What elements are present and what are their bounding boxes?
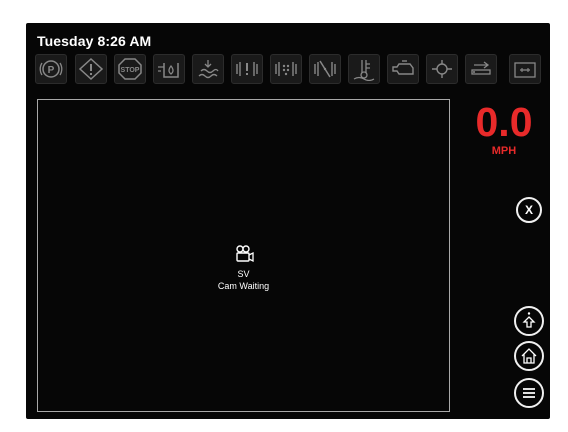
parking-brake-icon: P <box>35 54 67 84</box>
indicator-bar: P STOP <box>35 54 545 86</box>
camera-view[interactable]: SV Cam Waiting <box>37 99 450 412</box>
date-time-display: Tuesday 8:26 AM <box>37 33 152 49</box>
engine-oil-icon <box>426 54 458 84</box>
battery-icon <box>509 54 541 84</box>
arrow-up-icon <box>522 312 536 328</box>
fuel-water-icon <box>153 54 185 84</box>
speed-unit: MPH <box>491 145 517 157</box>
coolant-temp-icon <box>348 54 380 84</box>
navigation-up-button[interactable] <box>514 306 544 336</box>
close-button[interactable]: X <box>516 197 542 223</box>
camera-status-label: Cam Waiting <box>217 281 270 291</box>
stop-icon: STOP <box>114 54 146 84</box>
display-screen: Tuesday 8:26 AM P STOP SV Cam Waiting 0.… <box>26 23 550 419</box>
dpf-inhibit-icon <box>309 54 341 84</box>
hamburger-menu-icon <box>523 388 535 398</box>
home-button[interactable] <box>514 341 544 371</box>
coolant-level-icon <box>192 54 224 84</box>
camera-source-label: SV <box>237 269 250 279</box>
svg-text:P: P <box>48 65 55 76</box>
menu-button[interactable] <box>514 378 544 408</box>
speed-value: 0.0 <box>475 99 533 145</box>
video-camera-icon <box>234 244 254 264</box>
engine-check-icon <box>387 54 419 84</box>
dpf-warning-icon <box>231 54 263 84</box>
svg-text:STOP: STOP <box>121 67 140 74</box>
warning-triangle-icon <box>75 54 107 84</box>
dpf-regen-icon <box>270 54 302 84</box>
close-button-label: X <box>524 203 533 217</box>
home-icon <box>521 348 537 364</box>
transmission-icon <box>465 54 497 84</box>
